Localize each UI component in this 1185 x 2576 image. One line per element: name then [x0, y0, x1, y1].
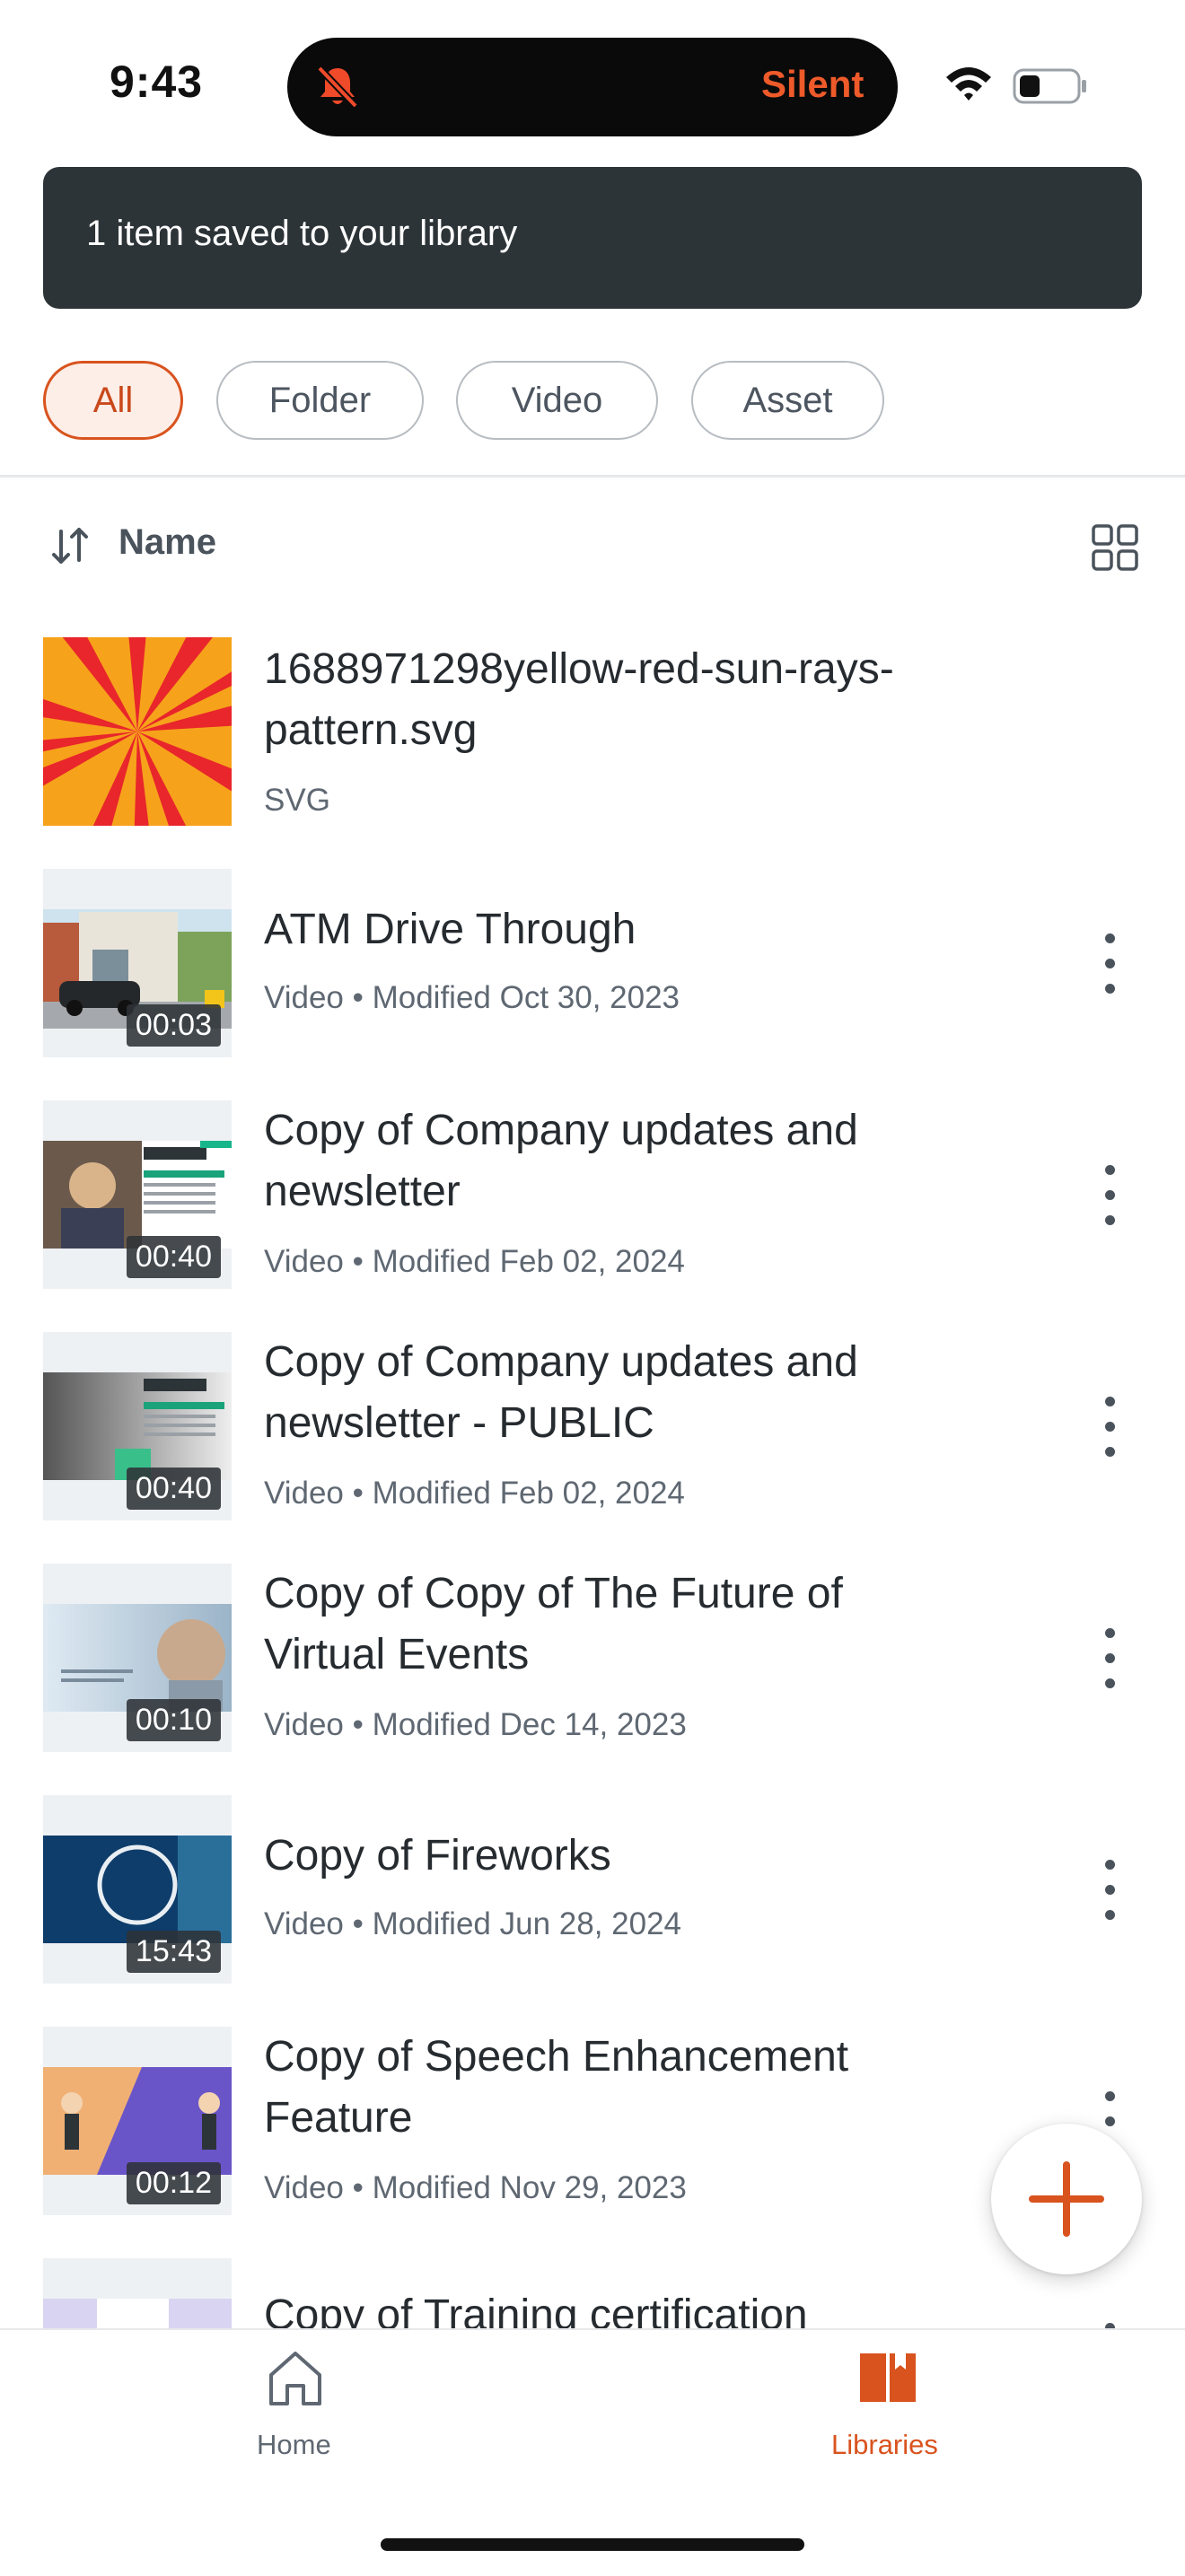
item-title: Copy of Fireworks	[264, 1832, 611, 1879]
item-meta: SVG	[264, 783, 330, 818]
item-title-line-1: Copy of Company updates and	[264, 1338, 858, 1386]
item-title-line-1: Copy of Company updates and	[264, 1107, 858, 1154]
filter-chip-all[interactable]: All	[43, 361, 183, 440]
video-duration: 00:40	[126, 1236, 221, 1278]
item-title-line-2: newsletter	[264, 1168, 461, 1215]
item-thumbnail: 00:03	[43, 869, 232, 1057]
item-meta: Video • Modified Oct 30, 2023	[264, 980, 680, 1015]
item-thumbnail: 00:10	[43, 1564, 232, 1752]
battery-icon	[1013, 68, 1086, 104]
sort-icon[interactable]	[48, 524, 92, 567]
wifi-icon	[946, 67, 991, 101]
tab-home-label: Home	[257, 2429, 331, 2460]
item-thumbnail: 00:40	[43, 1332, 232, 1520]
bell-muted-icon	[317, 66, 358, 109]
video-duration: 00:03	[126, 1004, 221, 1047]
silent-label: Silent	[761, 63, 865, 105]
more-options-icon[interactable]	[1099, 1395, 1120, 1458]
item-title-line-1: Copy of Copy of The Future of	[264, 1570, 843, 1617]
filter-divider	[0, 475, 1185, 478]
item-title-line-2: Virtual Events	[264, 1631, 530, 1678]
item-thumbnail: 00:12	[43, 2027, 232, 2215]
home-icon	[269, 2352, 321, 2405]
grid-view-icon[interactable]	[1090, 522, 1140, 573]
item-meta: Video • Modified Feb 02, 2024	[264, 1476, 685, 1511]
plus-icon	[1029, 2161, 1104, 2237]
item-meta: Video • Modified Dec 14, 2023	[264, 1707, 687, 1742]
item-thumbnail: 15:43	[43, 1795, 232, 1984]
item-title-line-2: Feature	[264, 2094, 413, 2142]
video-duration: 15:43	[126, 1931, 221, 1973]
item-thumbnail: 00:40	[43, 1100, 232, 1289]
item-title-line-2: newsletter - PUBLIC	[264, 1399, 654, 1447]
item-title-line-1: 1688971298yellow-red-sun-rays-	[264, 645, 894, 693]
item-title-line-2: pattern.svg	[264, 706, 478, 754]
video-duration: 00:10	[126, 1699, 221, 1741]
item-meta: Video • Modified Jun 28, 2024	[264, 1906, 681, 1941]
home-indicator	[381, 2538, 804, 2551]
tab-libraries-label: Libraries	[831, 2429, 938, 2460]
more-options-icon[interactable]	[1099, 932, 1120, 994]
more-options-icon[interactable]	[1099, 1858, 1120, 1921]
toast-message: 1 item saved to your library	[86, 214, 518, 253]
item-meta: Video • Modified Feb 02, 2024	[264, 1244, 685, 1279]
item-meta: Video • Modified Nov 29, 2023	[264, 2170, 687, 2205]
sort-label[interactable]: Name	[118, 522, 216, 563]
book-icon	[860, 2353, 916, 2402]
video-duration: 00:40	[126, 1468, 221, 1510]
filter-chip-asset[interactable]: Asset	[691, 361, 884, 440]
add-button[interactable]	[991, 2124, 1142, 2274]
item-title-line-1: Copy of Speech Enhancement	[264, 2033, 849, 2081]
filter-chip-folder[interactable]: Folder	[216, 361, 424, 440]
item-thumbnail	[43, 637, 232, 826]
item-title: ATM Drive Through	[264, 906, 636, 953]
status-time: 9:43	[110, 57, 204, 107]
video-duration: 00:12	[126, 2162, 221, 2204]
more-options-icon[interactable]	[1099, 1163, 1120, 1226]
more-options-icon[interactable]	[1099, 1626, 1120, 1689]
filter-chip-video[interactable]: Video	[456, 361, 658, 440]
status-bar: 9:43 Silent	[0, 0, 1185, 153]
sun-rays-image	[43, 637, 232, 826]
